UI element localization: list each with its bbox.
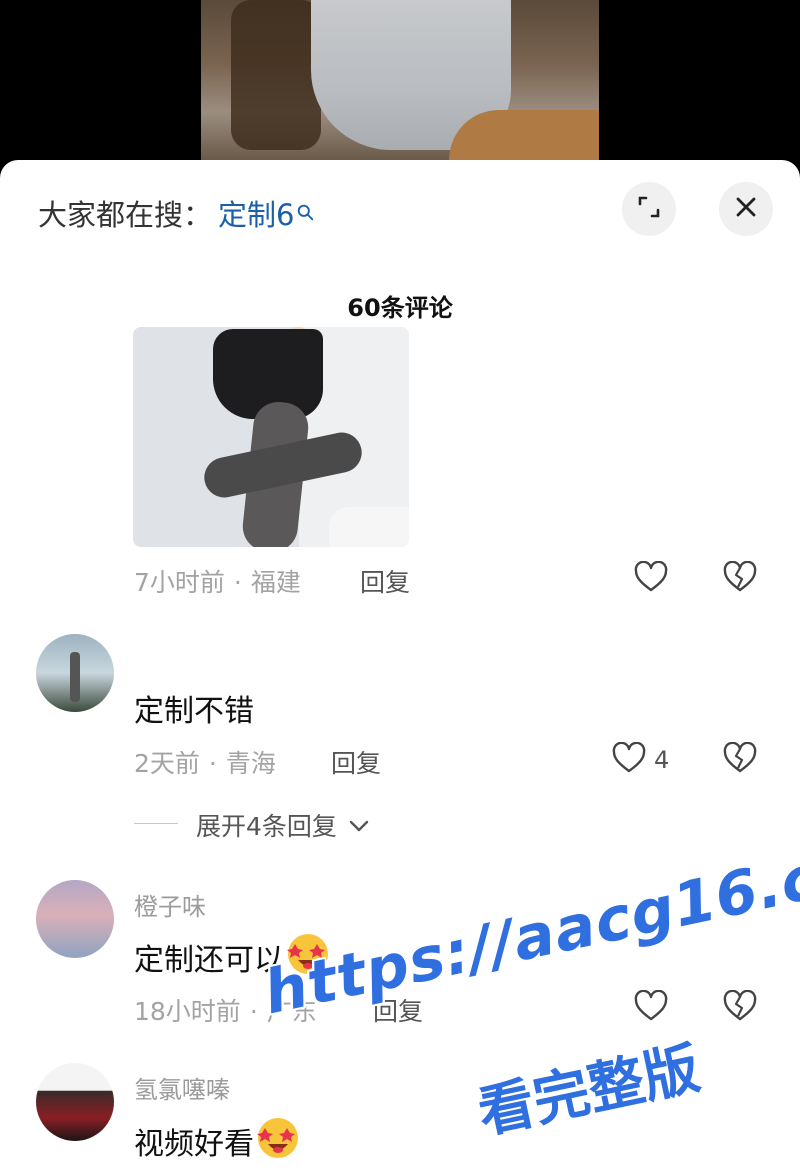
comment-meta: 2天前 · 青海 — [134, 749, 276, 778]
comment-location: 青海 — [225, 749, 276, 778]
search-icon — [297, 194, 314, 228]
comments-count-title: 60条评论 — [347, 294, 453, 322]
heart-icon[interactable] — [634, 560, 668, 597]
expand-button[interactable] — [622, 182, 676, 236]
comment-text: 定制不错 — [134, 694, 254, 729]
photo-step — [329, 507, 409, 547]
comment-text: 视频好看 — [134, 1116, 300, 1168]
comment-time: 18小时前 — [134, 997, 241, 1026]
expand-divider — [134, 823, 178, 824]
comment-meta: 18小时前 · 广东 — [134, 997, 317, 1026]
comment-meta: 7小时前 · 福建 — [134, 568, 301, 597]
broken-heart-icon[interactable] — [723, 989, 757, 1026]
like-count: 4 — [654, 746, 670, 774]
search-suggestion[interactable]: 大家都在搜： 定制6 — [38, 192, 314, 234]
comment-time: 7小时前 — [134, 568, 225, 597]
comments-sheet: 大家都在搜： 定制6 60条评论 7小时前 · 福建 回复 定制不错 2天前 · 青海 回… — [0, 160, 800, 1175]
star-struck-emoji — [286, 932, 330, 984]
comment-text-content: 视频好看 — [134, 1127, 254, 1162]
broken-heart-icon[interactable] — [723, 741, 757, 778]
video-table — [449, 110, 599, 160]
avatar[interactable] — [36, 1063, 114, 1141]
video-player[interactable] — [0, 0, 800, 165]
avatar[interactable] — [36, 634, 114, 712]
reply-button[interactable]: 回复 — [360, 563, 410, 599]
search-keyword[interactable]: 定制6 — [218, 198, 294, 232]
comment-text: 定制还可以 — [134, 932, 330, 984]
comment-username[interactable]: 橙子味 — [134, 887, 206, 922]
search-suggestion-label: 大家都在搜： — [38, 198, 213, 232]
video-chair — [231, 0, 321, 150]
expand-replies-button[interactable]: 展开4条回复 — [196, 807, 369, 843]
heart-icon[interactable] — [634, 989, 668, 1026]
avatar[interactable] — [36, 880, 114, 958]
comment-text-content: 定制还可以 — [134, 943, 284, 978]
comment-username[interactable]: 氢氯噻嗪 — [134, 1070, 230, 1105]
heart-icon[interactable] — [612, 741, 646, 778]
comment-location: 广东 — [266, 997, 317, 1026]
comment-image[interactable] — [133, 327, 409, 547]
expand-replies-label: 展开4条回复 — [196, 812, 337, 841]
comment-time: 2天前 — [134, 749, 200, 778]
close-icon — [735, 196, 757, 222]
reply-button[interactable]: 回复 — [373, 992, 423, 1028]
reply-button[interactable]: 回复 — [331, 744, 381, 780]
broken-heart-icon[interactable] — [723, 560, 757, 597]
comment-location: 福建 — [250, 568, 301, 597]
video-frame — [201, 0, 599, 160]
chevron-down-icon — [349, 810, 369, 839]
expand-icon — [636, 194, 662, 224]
close-button[interactable] — [719, 182, 773, 236]
star-struck-emoji — [256, 1116, 300, 1168]
